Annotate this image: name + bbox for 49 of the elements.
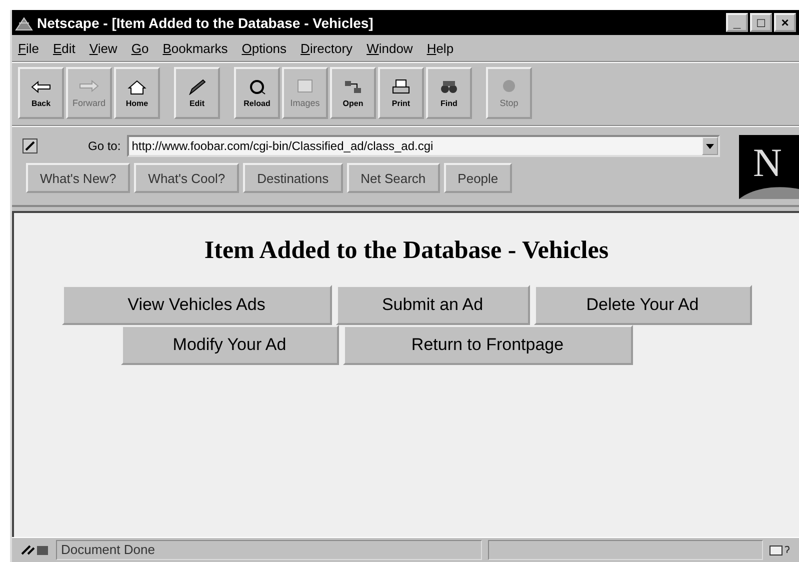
link-button[interactable]: Delete Your Ad: [534, 285, 752, 325]
maximize-button[interactable]: □: [750, 13, 772, 32]
house-icon: [126, 78, 148, 94]
caret-icon: [706, 144, 714, 148]
logo: N: [739, 135, 799, 199]
link-button[interactable]: Return to Frontpage: [342, 325, 632, 365]
location-label: Go to:: [88, 139, 121, 153]
pencil-icon: [186, 78, 208, 94]
window-title: Netscape - [Item Added to the Database - Vehicles]: [37, 14, 374, 30]
directory-button[interactable]: Net Search: [346, 163, 440, 193]
menu-item[interactable]: File: [18, 40, 39, 56]
back-arrow-icon: [30, 78, 52, 94]
menu-item[interactable]: Directory: [300, 40, 353, 56]
menu-item[interactable]: Bookmarks: [162, 40, 228, 56]
bookmark-icon: [22, 138, 38, 154]
link-button[interactable]: Modify Your Ad: [120, 325, 338, 365]
toolbar-button[interactable]: Print: [378, 67, 424, 119]
mail-icon: [769, 544, 791, 556]
dropdown-button[interactable]: [702, 137, 718, 155]
binoculars-icon: [438, 78, 460, 94]
printer-icon: [390, 78, 412, 94]
link-button[interactable]: View Vehicles Ads: [62, 285, 332, 325]
close-button[interactable]: ×: [774, 13, 796, 32]
minimize-button[interactable]: _: [726, 13, 748, 32]
forward-arrow-icon: [78, 78, 100, 94]
toolbar-button[interactable]: Reload: [234, 67, 280, 119]
menu-item[interactable]: View: [89, 40, 118, 56]
app-icon: [15, 14, 33, 30]
menu-item[interactable]: Help: [426, 40, 454, 56]
toolbar-button[interactable]: Edit: [174, 67, 220, 119]
status-text: Document Done: [56, 540, 482, 560]
directory-button[interactable]: What's New?: [26, 163, 130, 193]
directory-button[interactable]: Destinations: [243, 163, 343, 193]
menu-item[interactable]: Options: [242, 40, 287, 56]
toolbar-button[interactable]: Open: [330, 67, 376, 119]
menu-item[interactable]: Edit: [52, 40, 76, 56]
menu-item[interactable]: Go: [131, 40, 149, 56]
network-icon: [342, 78, 364, 94]
link-button[interactable]: Submit an Ad: [336, 285, 530, 325]
horizon-icon: [739, 187, 799, 199]
toolbar-button[interactable]: Find: [426, 67, 472, 119]
security-key-icon: [20, 544, 50, 556]
page-heading: Item Added to the Database - Vehicles: [204, 237, 609, 265]
menu-item[interactable]: Window: [366, 40, 413, 56]
toolbar-button[interactable]: Back: [18, 67, 64, 119]
toolbar-button[interactable]: Home: [114, 67, 160, 119]
directory-button[interactable]: People: [444, 163, 512, 193]
directory-button[interactable]: What's Cool?: [134, 163, 240, 193]
location-field[interactable]: http://www.foobar.com/cgi-bin/Classified_ad/class_ad.cgi: [126, 135, 720, 157]
